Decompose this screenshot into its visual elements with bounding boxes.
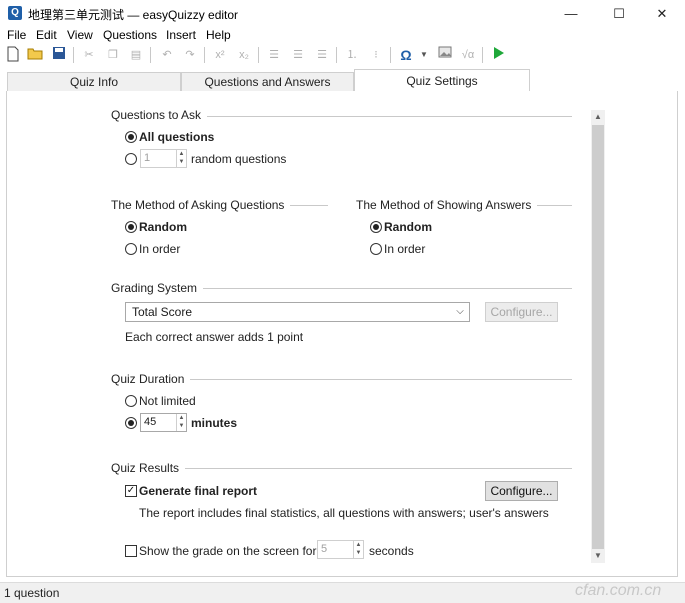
- grading-system-header: Grading System: [111, 281, 204, 295]
- random-questions-radio[interactable]: [125, 153, 137, 165]
- app-logo-icon: Q: [8, 6, 22, 20]
- asking-in-order-label: In order: [139, 242, 181, 256]
- menu-questions[interactable]: Questions: [103, 28, 157, 42]
- minutes-radio[interactable]: [125, 417, 137, 429]
- align-left-icon[interactable]: ☰: [265, 46, 283, 64]
- scroll-down-icon[interactable]: ▼: [591, 549, 605, 563]
- new-file-icon[interactable]: [4, 46, 22, 64]
- report-configure-button[interactable]: Configure...: [485, 481, 558, 501]
- undo-icon[interactable]: ↶: [158, 46, 176, 64]
- copy-icon[interactable]: ❐: [104, 46, 122, 64]
- subscript-icon[interactable]: x₂: [235, 46, 253, 64]
- superscript-icon[interactable]: x²: [211, 46, 229, 64]
- questions-to-ask-header: Questions to Ask: [111, 108, 208, 122]
- random-count-spinner[interactable]: 1 ▲ ▼: [140, 149, 187, 168]
- menu-insert[interactable]: Insert: [166, 28, 196, 42]
- cut-icon[interactable]: ✂: [80, 46, 98, 64]
- toolbar-separator: [204, 47, 205, 63]
- grading-note: Each correct answer adds 1 point: [125, 330, 304, 344]
- quiz-results-header: Quiz Results: [111, 461, 186, 475]
- random-questions-label: random questions: [191, 152, 287, 166]
- paste-icon[interactable]: ▤: [127, 46, 145, 64]
- redo-icon[interactable]: ↷: [181, 46, 199, 64]
- toolbar-separator: [482, 47, 483, 63]
- watermark: cfan.com.cn: [575, 582, 662, 599]
- final-report-label: Generate final report: [139, 484, 258, 498]
- symbol-icon[interactable]: Ω: [397, 46, 415, 64]
- minutes-label: minutes: [191, 416, 238, 430]
- menu-file[interactable]: File: [7, 28, 26, 42]
- showing-random-radio[interactable]: [370, 221, 382, 233]
- toolbar-separator: [390, 47, 391, 63]
- menu-view[interactable]: View: [67, 28, 93, 42]
- showing-in-order-radio[interactable]: [370, 243, 382, 255]
- menu-edit[interactable]: Edit: [36, 28, 57, 42]
- show-grade-label: Show the grade on the screen for: [139, 544, 317, 558]
- tab-quiz-settings[interactable]: Quiz Settings: [354, 69, 530, 92]
- window-title: 地理第三单元测试 — easyQuizzy editor: [28, 8, 239, 22]
- formula-icon[interactable]: √α: [459, 46, 477, 64]
- spinner-arrows-icon[interactable]: ▲ ▼: [176, 414, 186, 431]
- settings-panel: [6, 91, 678, 577]
- not-limited-radio[interactable]: [125, 395, 137, 407]
- spinner-arrows-icon[interactable]: ▲ ▼: [353, 541, 363, 558]
- toolbar-separator: [258, 47, 259, 63]
- not-limited-label: Not limited: [139, 394, 196, 408]
- tab-questions-and-answers[interactable]: Questions and Answers: [181, 72, 354, 92]
- grading-system-value: Total Score: [132, 305, 193, 319]
- spinner-arrows-icon[interactable]: ▲ ▼: [176, 150, 186, 167]
- run-quiz-icon[interactable]: [490, 46, 508, 64]
- seconds-label: seconds: [369, 544, 414, 558]
- minimize-button[interactable]: —: [548, 0, 594, 28]
- showing-random-label: Random: [384, 220, 432, 234]
- scrollbar-thumb[interactable]: [592, 125, 604, 549]
- show-grade-checkbox[interactable]: [125, 545, 137, 557]
- maximize-button[interactable]: ☐: [596, 0, 642, 28]
- asking-random-label: Random: [139, 220, 187, 234]
- showing-method-header: The Method of Showing Answers: [356, 198, 538, 212]
- toolbar-separator: [73, 47, 74, 63]
- toolbar-separator: [336, 47, 337, 63]
- all-questions-radio[interactable]: [125, 131, 137, 143]
- showing-in-order-label: In order: [384, 242, 426, 256]
- asking-method-header: The Method of Asking Questions: [111, 198, 291, 212]
- asking-random-radio[interactable]: [125, 221, 137, 233]
- quiz-duration-header: Quiz Duration: [111, 372, 191, 386]
- seconds-spinner[interactable]: 5 ▲ ▼: [317, 540, 364, 559]
- tab-quiz-info[interactable]: Quiz Info: [7, 72, 181, 92]
- bulleted-list-icon[interactable]: ⁝: [367, 46, 385, 64]
- seconds-value: 5: [321, 543, 328, 555]
- scroll-up-icon[interactable]: ▲: [591, 110, 605, 124]
- align-right-icon[interactable]: ☰: [313, 46, 331, 64]
- minutes-spinner[interactable]: 45 ▲ ▼: [140, 413, 187, 432]
- save-icon[interactable]: [50, 46, 68, 64]
- final-report-checkbox[interactable]: ✓: [125, 485, 137, 497]
- report-description: The report includes final statistics, al…: [139, 506, 549, 520]
- minutes-value: 45: [144, 416, 157, 428]
- symbol-dropdown-icon[interactable]: ▼: [415, 46, 433, 64]
- open-folder-icon[interactable]: [26, 46, 44, 64]
- chevron-down-icon: ⌵: [456, 306, 464, 317]
- grading-configure-button[interactable]: Configure...: [485, 302, 558, 322]
- numbered-list-icon[interactable]: ⒈: [343, 46, 361, 64]
- menu-help[interactable]: Help: [206, 28, 231, 42]
- all-questions-label: All questions: [139, 130, 215, 144]
- grading-system-select[interactable]: Total Score ⌵: [125, 302, 470, 322]
- toolbar-separator: [150, 47, 151, 63]
- close-button[interactable]: ✕: [639, 0, 685, 28]
- insert-image-icon[interactable]: [436, 46, 454, 64]
- asking-in-order-radio[interactable]: [125, 243, 137, 255]
- status-question-count: 1 question: [4, 586, 60, 600]
- align-center-icon[interactable]: ☰: [289, 46, 307, 64]
- random-count-value: 1: [144, 152, 151, 164]
